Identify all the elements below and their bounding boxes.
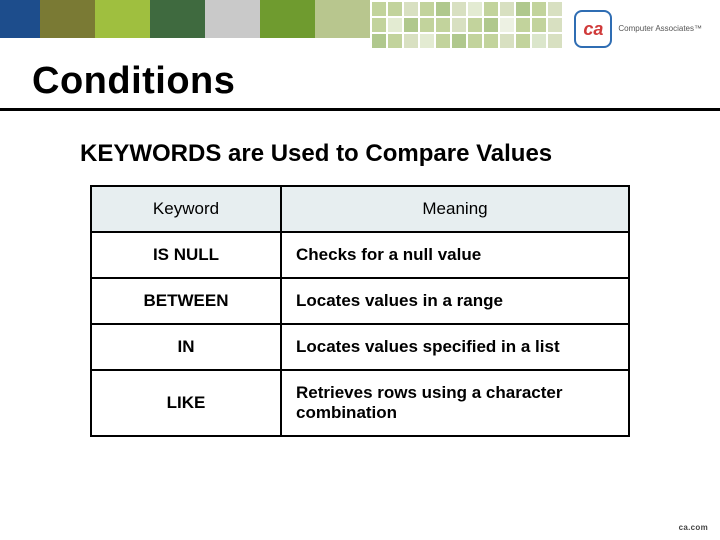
brand-logo-text: Computer Associates™ bbox=[618, 25, 702, 34]
table-head-meaning: Meaning bbox=[281, 186, 629, 232]
slide-subheading: KEYWORDS are Used to Compare Values bbox=[80, 140, 552, 168]
template-square-grid bbox=[372, 2, 562, 48]
cell-meaning: Retrieves rows using a character combina… bbox=[281, 370, 629, 436]
cell-keyword: LIKE bbox=[91, 370, 281, 436]
table-head-keyword: Keyword bbox=[91, 186, 281, 232]
cell-keyword: BETWEEN bbox=[91, 278, 281, 324]
keywords-table: Keyword Meaning IS NULL Checks for a nul… bbox=[90, 185, 630, 437]
footer-text: ca.com bbox=[679, 523, 708, 532]
brand-logo-mark: ca bbox=[574, 10, 612, 48]
table-row: LIKE Retrieves rows using a character co… bbox=[91, 370, 629, 436]
cell-keyword: IN bbox=[91, 324, 281, 370]
table-row: IS NULL Checks for a null value bbox=[91, 232, 629, 278]
cell-meaning: Checks for a null value bbox=[281, 232, 629, 278]
brand-logo: ca Computer Associates™ bbox=[574, 10, 702, 48]
title-underline bbox=[0, 108, 720, 111]
table-row: IN Locates values specified in a list bbox=[91, 324, 629, 370]
slide-title: Conditions bbox=[32, 60, 235, 103]
cell-keyword: IS NULL bbox=[91, 232, 281, 278]
table-row: BETWEEN Locates values in a range bbox=[91, 278, 629, 324]
cell-meaning: Locates values specified in a list bbox=[281, 324, 629, 370]
cell-meaning: Locates values in a range bbox=[281, 278, 629, 324]
